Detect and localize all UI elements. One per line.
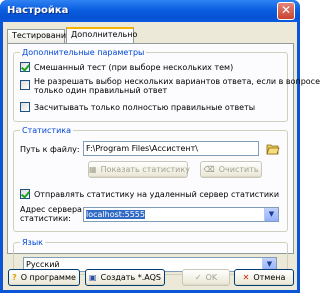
grid-icon: ▦	[89, 165, 97, 174]
x-icon: ✕	[242, 273, 250, 282]
mixed-test-checkbox[interactable]	[20, 62, 30, 72]
single-answer-label-line1: Не разрешать выбор нескольких вариантов …	[34, 77, 320, 86]
close-button[interactable]: ✕	[277, 2, 295, 20]
folder-icon[interactable]	[266, 143, 280, 155]
full-correct-label: Засчитывать только полностью правильные …	[34, 103, 256, 112]
path-input[interactable]: F:\Program Files\Ассистент\	[83, 141, 259, 156]
tab-additional[interactable]: Дополнительно	[66, 27, 137, 43]
eraser-icon: ⌫	[203, 165, 215, 174]
server-label-line1: Адрес сервера	[20, 205, 82, 214]
window-title: Настройка	[7, 5, 69, 16]
tab-page-additional: Дополнительные параметры Смешанный тест …	[7, 43, 320, 275]
full-correct-checkbox[interactable]	[20, 102, 30, 112]
ok-button[interactable]: ✓ OK	[182, 269, 230, 286]
server-address-combo[interactable]: localhost:5555 ▼	[83, 207, 279, 222]
single-answer-checkbox[interactable]	[20, 80, 30, 90]
title-bar[interactable]: Настройка ✕	[0, 0, 300, 22]
single-answer-label-line2: только один правильный ответ	[34, 86, 168, 95]
extra-params-group: Дополнительные параметры Смешанный тест …	[13, 48, 320, 122]
show-statistics-button[interactable]: ▦ Показать статистику	[88, 161, 190, 178]
clear-statistics-button[interactable]: ⌫ Очистить	[200, 161, 262, 178]
statistics-title: Статистика	[20, 126, 73, 135]
statistics-group: Статистика Путь к файлу: F:\Program File…	[13, 126, 288, 232]
send-statistics-label: Отправлять статистику на удаленный серве…	[34, 190, 280, 199]
about-button[interactable]: ? О программе	[8, 269, 80, 286]
path-label: Путь к файлу:	[20, 145, 80, 154]
mixed-test-label: Смешанный тест (при выборе нескольких те…	[34, 63, 234, 72]
send-statistics-checkbox[interactable]	[20, 189, 30, 199]
server-address-value: localhost:5555	[86, 210, 145, 219]
language-selected-value: Русский	[26, 260, 60, 269]
create-aqs-button[interactable]: ▣ Создать *.AQS	[85, 269, 165, 286]
checkmark-icon: ✓	[194, 273, 202, 282]
dialog-client-area: Тестирование Дополнительно Дополнительны…	[3, 22, 320, 290]
settings-window: Настройка ✕ Тестирование Дополнительно Д…	[0, 0, 320, 293]
chevron-down-icon[interactable]: ▼	[264, 208, 278, 221]
floppy-icon: ▣	[89, 273, 97, 282]
extra-params-title: Дополнительные параметры	[20, 48, 147, 57]
cancel-button[interactable]: ✕ Отмена	[234, 269, 294, 286]
language-title: Язык	[20, 238, 45, 247]
server-label-line2: статистики:	[20, 214, 71, 223]
question-icon: ?	[12, 273, 17, 282]
tab-testing[interactable]: Тестирование	[7, 29, 71, 43]
